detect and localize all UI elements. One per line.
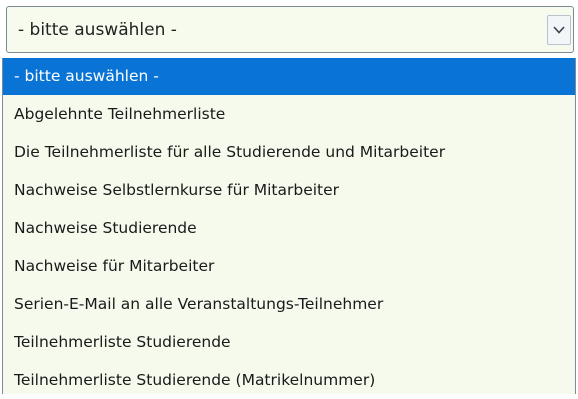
option-teilnehmerliste-alle[interactable]: Die Teilnehmerliste für alle Studierende… <box>3 134 575 171</box>
option-teilnehmerliste-studierende[interactable]: Teilnehmerliste Studierende <box>3 324 575 361</box>
dropdown-options-list[interactable]: - bitte auswählen - Abgelehnte Teilnehme… <box>2 58 576 394</box>
option-teilnehmerliste-matrikelnummer[interactable]: Teilnehmerliste Studierende (Matrikelnum… <box>3 362 575 399</box>
option-nachweise-mitarbeiter[interactable]: Nachweise für Mitarbeiter <box>3 248 575 285</box>
option-bitte-auswaehlen[interactable]: - bitte auswählen - <box>3 58 575 95</box>
dropdown-toggle-button[interactable] <box>547 15 571 45</box>
option-serien-e-mail[interactable]: Serien-E-Mail an alle Veranstaltungs-Tei… <box>3 286 575 323</box>
option-nachweise-studierende[interactable]: Nachweise Studierende <box>3 210 575 247</box>
select-box[interactable]: - bitte auswählen - <box>6 6 574 53</box>
chevron-down-icon <box>553 26 565 34</box>
select-current-value: - bitte auswählen - <box>18 20 177 40</box>
report-select[interactable]: - bitte auswählen - <box>6 6 574 58</box>
option-nachweise-selbstlernkurse[interactable]: Nachweise Selbstlernkurse für Mitarbeite… <box>3 172 575 209</box>
option-abgelehnte-teilnehmerliste[interactable]: Abgelehnte Teilnehmerliste <box>3 96 575 133</box>
